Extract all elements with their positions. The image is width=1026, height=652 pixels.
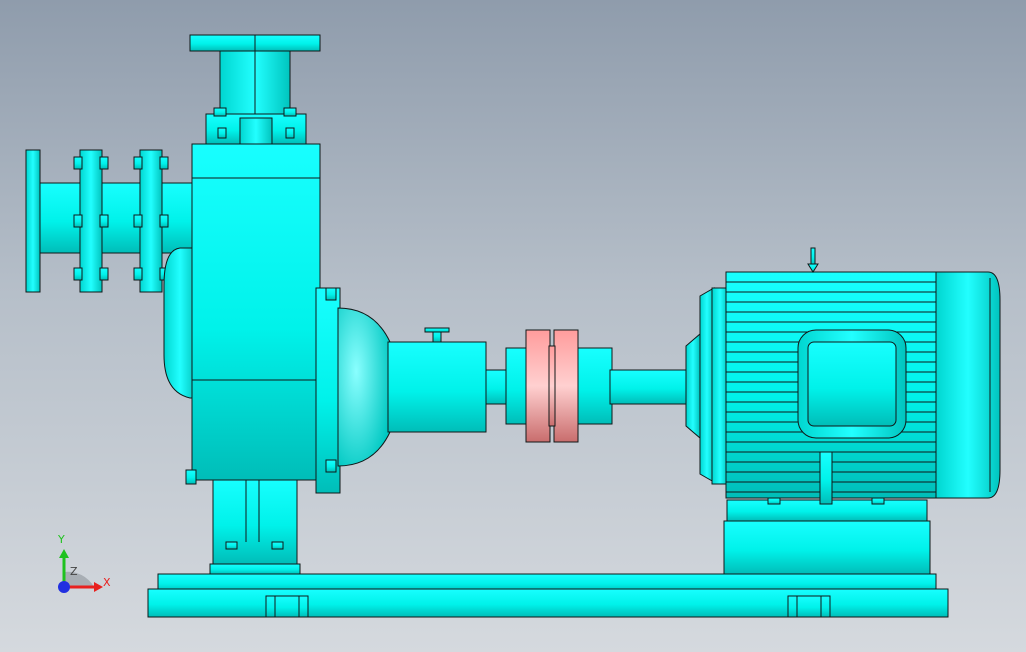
coupling-hub-right[interactable] (575, 347, 613, 425)
suction-chamber[interactable] (163, 247, 197, 399)
coupling-hub-left[interactable] (505, 347, 529, 425)
triad-y-label: Y (58, 533, 65, 546)
coupling[interactable] (525, 329, 579, 443)
bearing-bracket[interactable] (387, 327, 487, 433)
lifting-eye[interactable] (807, 247, 819, 273)
pump-casing[interactable] (185, 143, 347, 494)
motor-foot[interactable] (819, 451, 833, 505)
motor-base[interactable] (723, 497, 931, 575)
bearing-housing[interactable] (337, 307, 391, 467)
coordinate-triad (58, 549, 103, 593)
terminal-box[interactable] (797, 329, 907, 439)
pump-assembly-model[interactable] (0, 0, 1026, 652)
pump-pedestal[interactable] (209, 466, 301, 575)
base-frame[interactable] (147, 573, 949, 618)
motor-shaft[interactable] (609, 369, 691, 405)
cad-viewport[interactable]: Y Z X (0, 0, 1026, 652)
triad-z-label: Z (70, 565, 78, 578)
pump-shaft[interactable] (485, 369, 509, 405)
triad-x-label: X (103, 576, 111, 589)
